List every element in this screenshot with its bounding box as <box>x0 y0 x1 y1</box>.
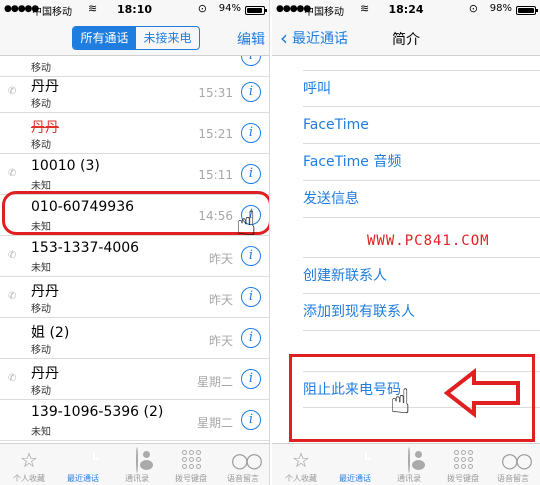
tab-all-calls[interactable]: 所有通话 <box>73 27 136 49</box>
tab-favorites[interactable]: ☆ 个人收藏 <box>274 444 328 485</box>
keypad-icon <box>179 448 203 472</box>
phone-icon: ✆ <box>8 291 17 302</box>
call-row[interactable]: ✆ 丹丹 移动 昨天 i <box>0 277 269 318</box>
add-to-contact-action[interactable]: 添加到现有联系人 <box>303 294 540 331</box>
info-icon[interactable]: i <box>241 328 261 348</box>
call-name-missed: 丹丹 <box>31 120 59 136</box>
info-icon[interactable]: i <box>241 82 261 102</box>
status-bar: ●●●●● 中国移动 ≋ 18:10 ⊙ 94% <box>0 0 269 20</box>
recents-screen: ●●●●● 中国移动 ≋ 18:10 ⊙ 94% 所有通话 未接来电 编辑 移动… <box>0 0 270 485</box>
info-icon[interactable]: i <box>241 164 261 184</box>
watermark-text: WWW.PC841.COM <box>367 233 490 249</box>
status-bar: ●●●●● 中国移动 ≋ 18:24 ⊙ 98% <box>272 0 540 20</box>
tab-favorites[interactable]: ☆ 个人收藏 <box>2 444 56 485</box>
tab-keypad[interactable]: 拨号键盘 <box>164 444 218 485</box>
page-title: 简介 <box>392 32 420 48</box>
clock-icon <box>343 448 367 472</box>
call-row[interactable]: ✆ 丹丹 移动 星期二 i <box>0 359 269 400</box>
info-icon[interactable]: i <box>241 410 261 430</box>
call-row[interactable]: 丹丹 移动 15:21 i <box>0 113 269 154</box>
phone-icon: ✆ <box>8 168 17 179</box>
call-row[interactable]: ✆ 153-1337-4006 未知 昨天 i <box>0 236 269 277</box>
call-time: 昨天 <box>208 252 233 266</box>
nav-bar: 所有通话 未接来电 编辑 <box>0 20 269 56</box>
battery-icon <box>516 6 538 15</box>
highlight-ring <box>2 191 269 235</box>
star-icon: ☆ <box>20 448 38 472</box>
call-type: 移动 <box>31 386 51 397</box>
call-type: 移动 <box>31 140 51 151</box>
info-icon[interactable]: i <box>241 287 261 307</box>
call-type: 未知 <box>31 263 51 274</box>
call-name: 10010 (3) <box>31 158 100 174</box>
call-name: 丹丹 <box>31 284 59 300</box>
phone-icon: ✆ <box>8 373 17 384</box>
call-list: 移动 i ✆ 丹丹 移动 15:31 i 丹丹 移动 15:21 i ✆ 100… <box>0 56 269 443</box>
call-type: 移动 <box>31 304 51 315</box>
nav-bar: ‹ 最近通话 简介 <box>272 20 540 56</box>
tab-voicemail[interactable]: ○○ 语音留言 <box>486 444 540 485</box>
facetime-action[interactable]: FaceTime <box>303 107 540 144</box>
pointing-hand-icon: ☝ <box>390 382 411 422</box>
info-icon[interactable]: i <box>241 123 261 143</box>
battery-percent: 94% <box>218 3 241 14</box>
call-name: 139-1096-5396 (2) <box>31 404 164 420</box>
call-row[interactable]: ✆ 丹丹 移动 15:31 i <box>0 72 269 113</box>
call-row[interactable]: 139-1096-5396 (2) 未知 星期二 i <box>0 400 269 441</box>
call-name: 丹丹 <box>31 366 59 382</box>
tab-contacts[interactable]: 通讯录 <box>382 444 436 485</box>
clock-icon <box>71 448 95 472</box>
contact-info-screen: ●●●●● 中国移动 ≋ 18:24 ⊙ 98% ‹ 最近通话 简介 呼叫 Fa… <box>272 0 540 485</box>
tab-missed-calls[interactable]: 未接来电 <box>136 27 199 49</box>
call-type: 未知 <box>31 181 51 192</box>
tab-voicemail[interactable]: ○○ 语音留言 <box>216 444 269 485</box>
tab-keypad[interactable]: 拨号键盘 <box>436 444 490 485</box>
send-message-action[interactable]: 发送信息 <box>303 181 540 218</box>
edit-button[interactable]: 编辑 <box>237 29 265 49</box>
facetime-audio-action[interactable]: FaceTime 音频 <box>303 144 540 181</box>
call-row[interactable]: 姐 (2) 移动 昨天 i <box>0 318 269 359</box>
contacts-icon <box>397 447 421 473</box>
tab-bar: ☆ 个人收藏 最近通话 通讯录 拨号键盘 ○○ 语音留言 <box>272 443 540 485</box>
info-icon[interactable]: i <box>241 369 261 389</box>
tab-recents[interactable]: 最近通话 <box>328 444 382 485</box>
call-type: 移动 <box>31 345 51 356</box>
tab-contacts[interactable]: 通讯录 <box>110 444 164 485</box>
call-name: 丹丹 <box>31 79 59 95</box>
info-icon[interactable]: i <box>241 56 261 66</box>
call-time: 星期二 <box>196 416 233 430</box>
call-time: 昨天 <box>208 334 233 348</box>
call-type: 未知 <box>31 427 51 438</box>
battery-percent: 98% <box>489 3 512 14</box>
tab-recents[interactable]: 最近通话 <box>56 444 110 485</box>
call-type: 移动 <box>31 99 51 110</box>
call-time: 15:21 <box>198 127 233 141</box>
rotation-lock-icon: ⊙ <box>468 2 478 15</box>
create-contact-action[interactable]: 创建新联系人 <box>303 257 540 294</box>
arrow-left-icon <box>444 368 520 418</box>
voicemail-icon: ○○ <box>501 448 533 472</box>
call-row[interactable]: ✆ 10010 (3) 未知 15:11 i <box>0 154 269 195</box>
call-action[interactable]: 呼叫 <box>303 70 540 107</box>
call-name: 姐 (2) <box>31 325 70 341</box>
call-time: 15:11 <box>198 168 233 182</box>
call-time: 星期二 <box>196 375 233 389</box>
phone-icon: ✆ <box>8 250 17 261</box>
keypad-icon <box>451 448 475 472</box>
rotation-lock-icon: ⊙ <box>197 2 207 15</box>
call-time: 昨天 <box>208 293 233 307</box>
call-time: 15:31 <box>198 86 233 100</box>
pointing-hand-icon: ☝ <box>236 204 257 244</box>
tab-bar: ☆ 个人收藏 最近通话 通讯录 拨号键盘 ○○ 语音留言 <box>0 443 269 485</box>
contacts-icon <box>125 447 149 473</box>
star-icon: ☆ <box>292 448 310 472</box>
call-filter-segmented-control: 所有通话 未接来电 <box>72 26 200 50</box>
voicemail-icon: ○○ <box>231 448 263 472</box>
info-icon[interactable]: i <box>241 246 261 266</box>
phone-icon: ✆ <box>8 86 17 97</box>
call-name: 153-1337-4006 <box>31 240 140 256</box>
battery-icon <box>245 6 267 15</box>
